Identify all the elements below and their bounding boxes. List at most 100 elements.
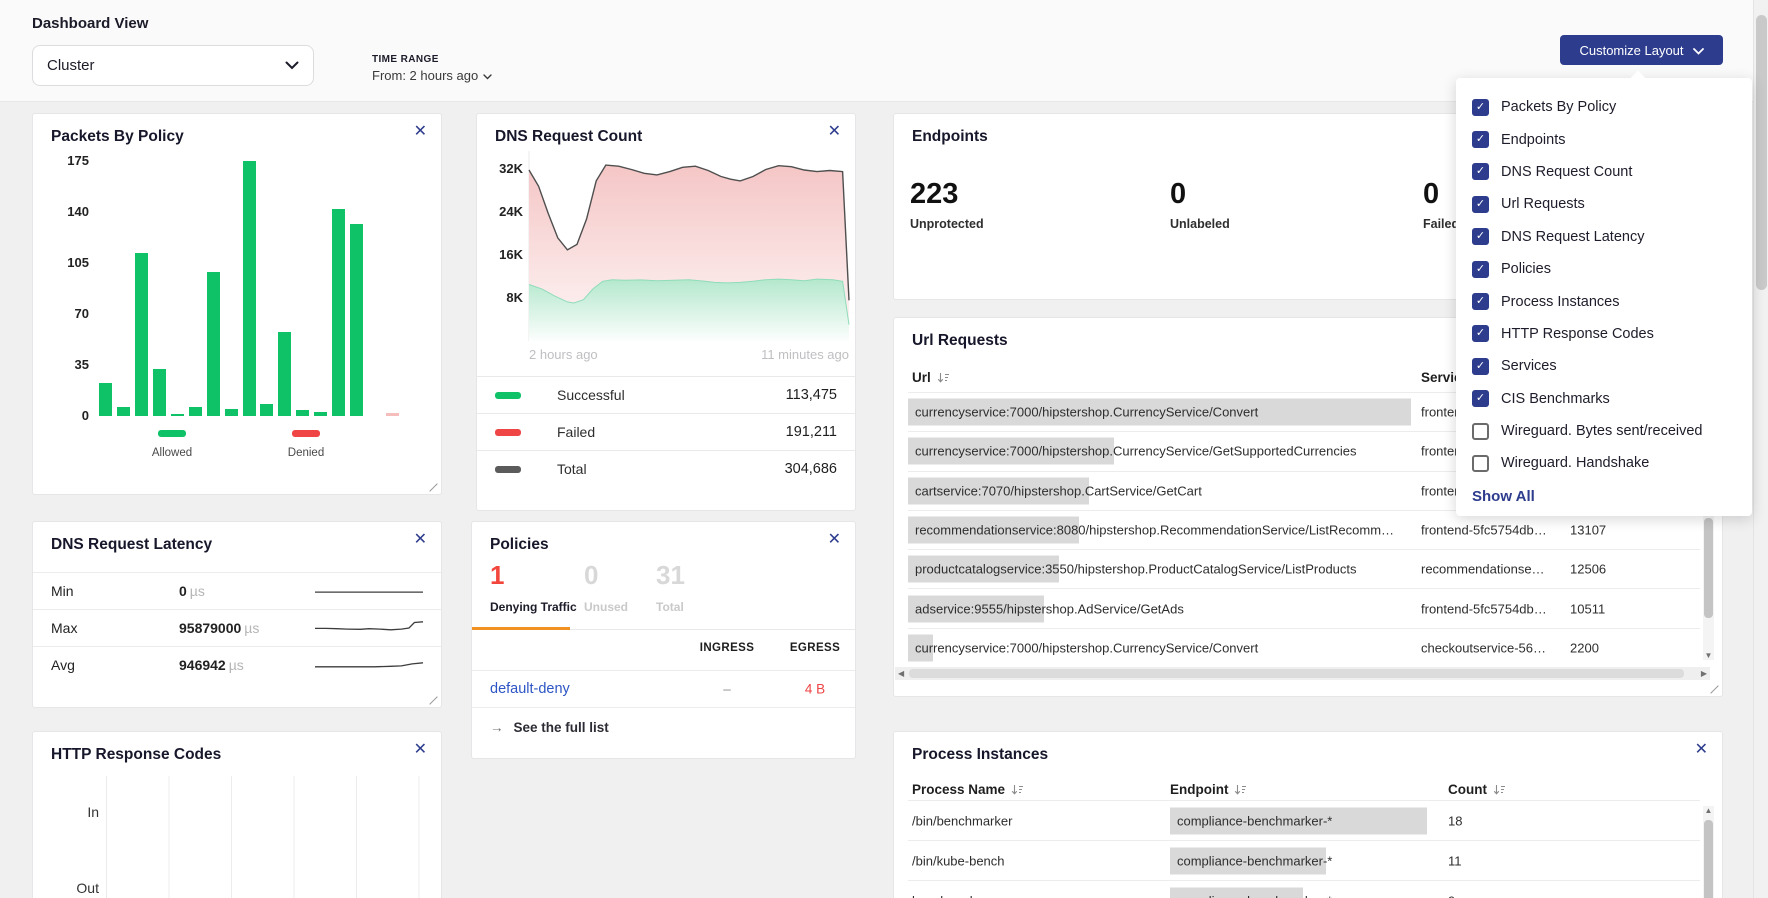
close-icon[interactable]: ✕ <box>828 532 841 548</box>
bar-allowed <box>314 412 327 416</box>
stat-label: Denying Traffic <box>490 600 577 614</box>
customize-menu-item[interactable]: ✓ Process Instances <box>1472 285 1736 317</box>
legend-row: Total 304,686 <box>477 450 855 487</box>
bar-allowed <box>207 272 220 416</box>
count-value: 9 <box>1448 893 1455 898</box>
horizontal-scrollbar[interactable]: ◀ ▶ <box>895 667 1710 680</box>
table-row[interactable]: /bin/kube-bench compliance-benchmarker-*… <box>908 841 1700 881</box>
customize-menu-item[interactable]: ✓ Packets By Policy <box>1472 91 1736 123</box>
policy-stat[interactable]: 1 Denying Traffic <box>490 560 577 614</box>
endpoint-value: compliance-benchmarker-* <box>1177 893 1332 898</box>
scrollbar-thumb[interactable] <box>1704 518 1713 618</box>
latency-row: Avg 946942µs <box>33 646 441 683</box>
scroll-left-arrow-icon[interactable]: ◀ <box>898 669 904 678</box>
card-title: DNS Request Latency <box>51 536 212 554</box>
y-tick-label: 35 <box>49 357 89 372</box>
customize-layout-button[interactable]: Customize Layout <box>1560 35 1723 65</box>
area-chart-legend: Successful 113,475 Failed 191,211 Total … <box>477 376 855 487</box>
scrollbar-thumb[interactable] <box>1756 15 1767 290</box>
column-header-count[interactable]: Count <box>1448 782 1506 797</box>
policy-row[interactable]: default-deny – 4 B <box>472 670 855 708</box>
customize-menu-item[interactable]: ✓ Endpoints <box>1472 123 1736 155</box>
latency-row: Max 95879000µs <box>33 609 441 646</box>
endpoint-cell: compliance-benchmarker-* <box>1170 801 1450 840</box>
customize-menu-item[interactable]: ✓ DNS Request Latency <box>1472 221 1736 253</box>
y-tick-label: 175 <box>49 153 89 168</box>
view-selector[interactable]: Cluster <box>32 45 314 86</box>
legend-swatch <box>292 430 320 437</box>
scroll-up-arrow-icon[interactable]: ▲ <box>1704 806 1713 815</box>
table-row[interactable]: productcatalogservice:3550/hipstershop.P… <box>908 550 1700 589</box>
legend-value: 113,475 <box>786 387 837 403</box>
table-row[interactable]: recommendationservice:8080/hipstershop.R… <box>908 511 1700 550</box>
customize-menu-item[interactable]: Wireguard. Handshake <box>1472 447 1736 479</box>
policy-name-link[interactable]: default-deny <box>490 681 570 697</box>
resize-handle[interactable] <box>429 696 437 704</box>
see-full-list-link[interactable]: → See the full list <box>490 720 609 735</box>
resize-handle[interactable] <box>1710 685 1718 693</box>
endpoint-cell: compliance-benchmarker-* <box>1170 881 1450 898</box>
sparkline <box>313 615 425 641</box>
customize-menu-item[interactable]: Wireguard. Bytes sent/received <box>1472 415 1736 447</box>
latency-unit: µs <box>244 620 259 636</box>
service-value: frontend-5fc5754db… <box>1421 601 1547 616</box>
menu-item-label: CIS Benchmarks <box>1501 391 1610 407</box>
latency-label: Max <box>51 620 77 636</box>
policy-stat[interactable]: 31 Total <box>656 560 685 614</box>
checkbox-icon: ✓ <box>1472 228 1489 245</box>
page-scrollbar[interactable] <box>1753 0 1768 898</box>
column-header-endpoint[interactable]: Endpoint <box>1170 782 1247 797</box>
x-axis-start-label: 2 hours ago <box>529 347 598 362</box>
latency-unit: µs <box>190 583 205 599</box>
url-cell: productcatalogservice:3550/hipstershop.P… <box>908 550 1413 588</box>
stat-value: 1 <box>490 560 577 591</box>
show-all-link[interactable]: Show All <box>1472 488 1736 505</box>
card-title: Policies <box>490 536 549 554</box>
customize-menu-item[interactable]: ✓ DNS Request Count <box>1472 156 1736 188</box>
scroll-down-arrow-icon[interactable]: ▼ <box>1704 651 1713 660</box>
chevron-down-icon <box>483 68 492 83</box>
table-row[interactable]: benchmarker compliance-benchmarker-* 9 <box>908 881 1700 898</box>
url-value: currencyservice:7000/hipstershop.Currenc… <box>915 405 1258 420</box>
vertical-scrollbar[interactable]: ▲ <box>1703 806 1714 898</box>
close-icon[interactable]: ✕ <box>414 742 427 758</box>
scrollbar-thumb[interactable] <box>909 669 1684 678</box>
customize-menu-item[interactable]: ✓ CIS Benchmarks <box>1472 383 1736 415</box>
time-range-value[interactable]: From: 2 hours ago <box>372 68 492 83</box>
column-header-process-name[interactable]: Process Name <box>912 782 1024 797</box>
latency-value: 946942µs <box>179 657 244 673</box>
close-icon[interactable]: ✕ <box>1695 742 1708 758</box>
column-header-url[interactable]: Url <box>912 370 950 385</box>
scrollbar-thumb[interactable] <box>1704 820 1713 898</box>
time-range-from: From: 2 hours ago <box>372 68 478 83</box>
legend-swatch <box>158 430 186 437</box>
menu-item-label: DNS Request Latency <box>1501 229 1644 245</box>
table-row[interactable]: adservice:9555/hipstershop.AdService/Get… <box>908 589 1700 628</box>
chevron-down-icon <box>285 57 299 74</box>
url-value: cartservice:7070/hipstershop.CartService… <box>915 483 1202 498</box>
policy-stat[interactable]: 0 Unused <box>584 560 628 614</box>
url-value: currencyservice:7000/hipstershop.Currenc… <box>915 640 1258 655</box>
customize-menu-item[interactable]: ✓ Url Requests <box>1472 188 1736 220</box>
customize-menu-item[interactable]: ✓ Policies <box>1472 253 1736 285</box>
close-icon[interactable]: ✕ <box>414 532 427 548</box>
table-row[interactable]: /bin/benchmarker compliance-benchmarker-… <box>908 801 1700 841</box>
x-axis-end-label: 11 minutes ago <box>761 347 849 362</box>
stat-label: Failed <box>1423 217 1459 231</box>
resize-handle[interactable] <box>429 483 437 491</box>
url-value: adservice:9555/hipstershop.AdService/Get… <box>915 601 1184 616</box>
active-tab-underline <box>472 627 570 630</box>
close-icon[interactable]: ✕ <box>828 124 841 140</box>
process-name-value: /bin/benchmarker <box>912 813 1012 828</box>
close-icon[interactable]: ✕ <box>414 124 427 140</box>
endpoint-value: compliance-benchmarker-* <box>1177 813 1332 828</box>
count-value: 10511 <box>1570 601 1605 616</box>
bar-allowed <box>332 209 345 416</box>
table-row[interactable]: currencyservice:7000/hipstershop.Currenc… <box>908 629 1700 668</box>
url-cell: currencyservice:7000/hipstershop.Currenc… <box>908 432 1413 470</box>
customize-menu-item[interactable]: ✓ Services <box>1472 350 1736 382</box>
scroll-right-arrow-icon[interactable]: ▶ <box>1701 669 1707 678</box>
bar-allowed <box>99 383 112 417</box>
customize-menu-item[interactable]: ✓ HTTP Response Codes <box>1472 318 1736 350</box>
stat-label: Total <box>656 600 685 614</box>
